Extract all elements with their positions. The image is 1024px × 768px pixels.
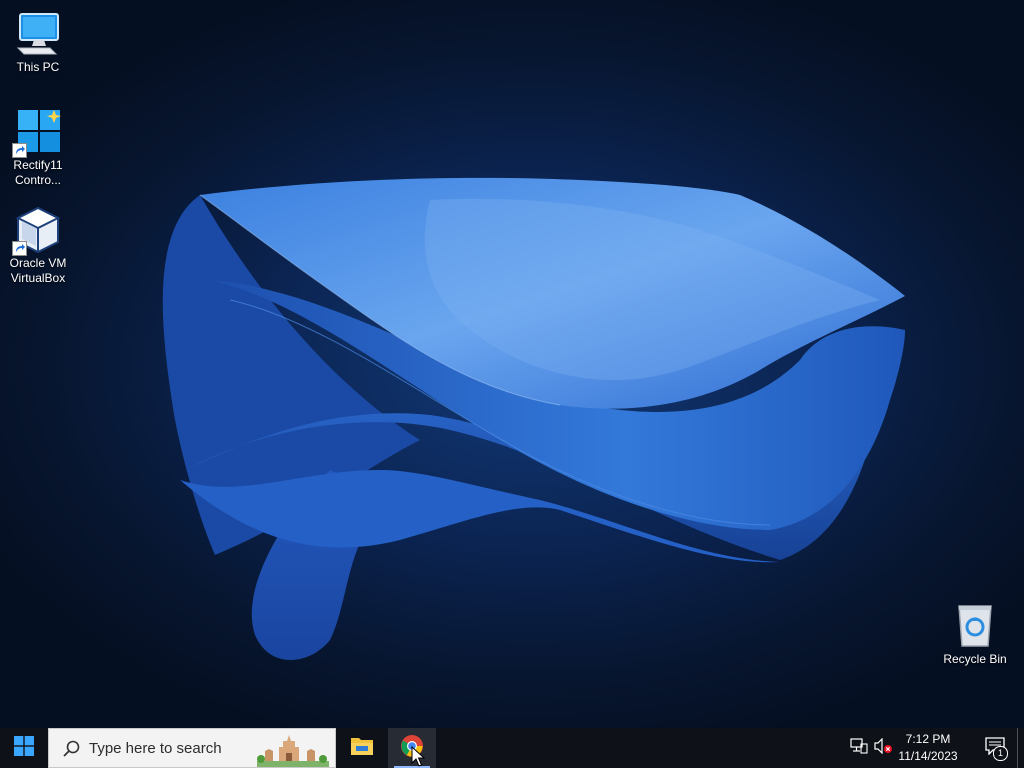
desktop-icon-recycle-bin[interactable]: Recycle Bin [937,602,1013,667]
windows-logo-icon [14,735,34,761]
recycle-bin-icon [951,602,999,650]
folder-icon [350,735,374,762]
clock-time: 7:12 PM [905,732,951,746]
tray-network[interactable] [848,728,870,768]
mouse-cursor-icon [411,745,427,768]
search-highlight-image[interactable] [257,731,329,767]
desktop-icon-label: Recycle Bin [943,652,1007,666]
notification-count-badge: 1 [993,746,1008,761]
taskbar-file-explorer[interactable] [338,728,386,768]
shortcut-arrow-icon [12,241,27,256]
taskbar-clock[interactable]: 7:12 PM 11/14/2023 [890,731,966,765]
computer-icon [14,10,62,58]
bloom-ribbon-graphic [162,177,905,660]
virtualbox-icon [12,206,62,256]
desktop-wallpaper [0,0,1024,728]
action-center-button[interactable]: 1 [980,728,1010,768]
taskbar-search-box[interactable]: Type here to search [48,728,336,768]
show-desktop-button[interactable] [1017,728,1024,768]
clock-date: 11/14/2023 [898,749,958,763]
desktop-icon-label: Oracle VM VirtualBox [9,256,67,285]
desktop-icon-rectify11[interactable]: Rectify11 Contro... [0,108,76,188]
desktop-icon-virtualbox[interactable]: Oracle VM VirtualBox [0,206,76,286]
desktop-icon-this-pc[interactable]: This PC [0,10,76,75]
network-icon [850,737,868,759]
windows-logo-icon [12,108,62,158]
desktop-icon-label: Rectify11 Contro... [13,158,63,187]
start-button[interactable] [0,728,48,768]
search-icon [61,739,81,759]
shortcut-arrow-icon [12,143,27,158]
desktop-icon-label: This PC [16,60,60,74]
search-placeholder: Type here to search [89,740,222,757]
taskbar: Type here to search 7:12 PM 11/14/2023 1 [0,728,1024,768]
